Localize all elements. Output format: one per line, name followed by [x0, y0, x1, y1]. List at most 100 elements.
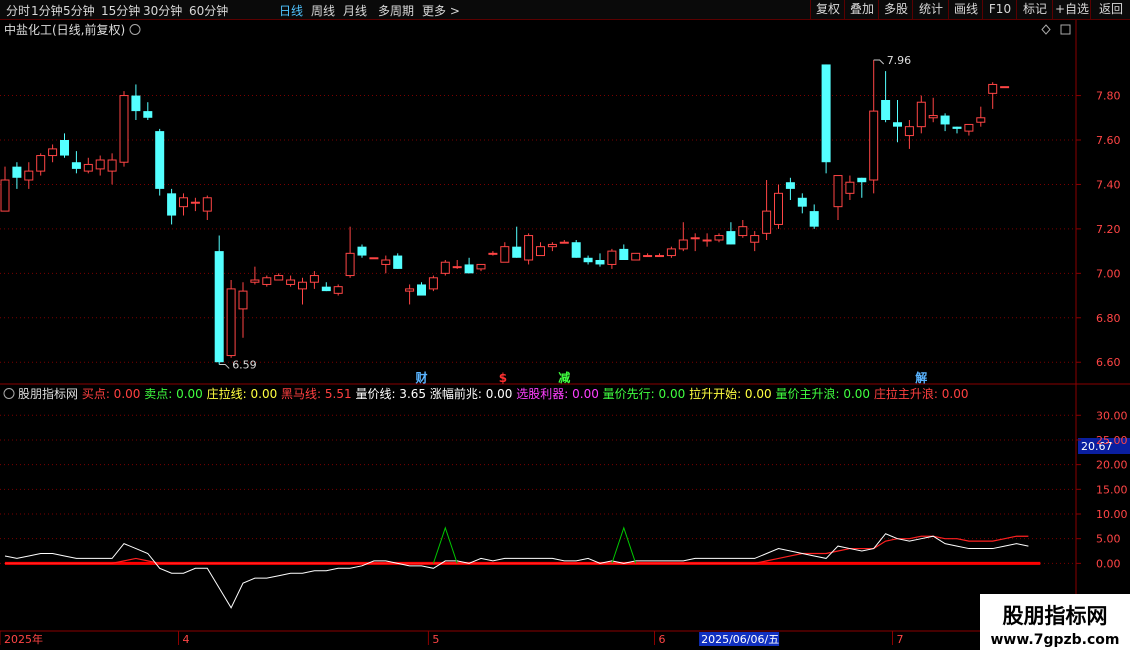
- indicator-stat: 买点: 0.00: [82, 387, 144, 401]
- price-tick-label: 7.00: [1096, 267, 1121, 280]
- candle-body: [309, 275, 319, 283]
- timeframe-tab[interactable]: 分时: [6, 2, 30, 19]
- candle-body: [714, 235, 724, 241]
- timeframe-tab[interactable]: 5分钟: [63, 2, 95, 19]
- watermark: 股朋指标网 www.7gpzb.com: [980, 594, 1130, 650]
- candle-body: [655, 255, 664, 258]
- candle-body: [976, 117, 986, 123]
- candle-body: [179, 197, 188, 208]
- candle-body: [12, 166, 22, 178]
- candle-body: [214, 251, 224, 363]
- candle-body: [36, 155, 46, 172]
- indicator-tick-label: 30.00: [1096, 409, 1128, 422]
- indicator-stat: 黑马线: 5.51: [281, 387, 355, 401]
- candle-body: [524, 235, 534, 261]
- timeframe-tab[interactable]: 30分钟: [143, 2, 182, 19]
- price-tick-label: 6.80: [1096, 312, 1121, 325]
- candle-body: [893, 122, 902, 127]
- timeframe-tab[interactable]: 月线: [343, 2, 367, 19]
- indicator-tick-label: 15.00: [1096, 483, 1128, 496]
- series-line-liangjia: [4, 533, 1029, 609]
- diamond-icon: [1041, 24, 1051, 35]
- candle-body: [417, 284, 426, 296]
- price-tick-label: 7.80: [1096, 90, 1121, 103]
- candle-body: [512, 246, 522, 258]
- candle-body: [286, 279, 296, 285]
- indicator-stat: 量价线: 3.65: [355, 387, 429, 401]
- toolbar-button[interactable]: F10: [982, 0, 1017, 19]
- indicator-name: 股朋指标网: [18, 386, 82, 401]
- indicator-stat: 涨幅前兆: 0.00: [430, 386, 516, 401]
- candle-body: [952, 126, 962, 129]
- toolbar-button[interactable]: +自选: [1052, 0, 1091, 19]
- x-tick-label: 7: [897, 633, 904, 646]
- candle-body: [845, 181, 855, 194]
- toolbar-button[interactable]: 返回: [1090, 0, 1130, 19]
- date-cursor-label: 2025/06/06/五: [701, 633, 779, 646]
- candle-body: [345, 252, 355, 277]
- candle-body: [595, 260, 605, 265]
- indicator-tick-label: 0.00: [1096, 557, 1121, 570]
- event-marker: $: [499, 371, 507, 385]
- candle-body: [964, 123, 974, 132]
- watermark-title: 股朋指标网: [1002, 604, 1108, 628]
- indicator-stat: 量价主升浪: 0.00: [775, 386, 873, 401]
- candle-body: [238, 290, 248, 310]
- watermark-url: www.7gpzb.com: [990, 632, 1120, 648]
- candle-body: [369, 257, 379, 260]
- title-dropdown-icon: [129, 24, 141, 35]
- toolbar-button[interactable]: 画线: [948, 0, 983, 19]
- candle-body: [547, 243, 557, 248]
- candle-body: [190, 201, 200, 204]
- candle-body: [440, 261, 450, 274]
- indicator-tick-label: 10.00: [1096, 508, 1128, 521]
- timeframe-tab[interactable]: 1分钟: [31, 2, 63, 19]
- candle-body: [666, 248, 676, 257]
- timeframe-tab[interactable]: 周线: [311, 2, 335, 19]
- event-marker: 解: [915, 370, 927, 385]
- buy-signal-spike: [611, 526, 637, 564]
- timeframe-tab[interactable]: 更多 >: [422, 2, 460, 19]
- timeframe-tab[interactable]: 日线: [279, 2, 303, 19]
- price-tick-label: 6.60: [1096, 356, 1121, 369]
- candle-body: [143, 111, 153, 118]
- candle-body: [726, 231, 736, 245]
- candle-body: [333, 286, 343, 294]
- candle-body: [83, 163, 93, 172]
- candle-body: [869, 110, 879, 181]
- timeframe-tab[interactable]: 多周期: [378, 2, 414, 19]
- toolbar-button[interactable]: 复权: [810, 0, 845, 19]
- toolbar-button[interactable]: 统计: [912, 0, 949, 19]
- candle-body: [785, 182, 795, 189]
- candle-body: [107, 159, 117, 172]
- candle-body: [274, 275, 284, 281]
- candle-body: [464, 264, 474, 274]
- candle-body: [131, 95, 141, 112]
- candle-body: [904, 126, 914, 137]
- toolbar-button[interactable]: 叠加: [844, 0, 879, 19]
- indicator-stat: 拉升开始: 0.00: [689, 386, 775, 401]
- candle-body: [226, 288, 236, 357]
- price-tick-label: 7.20: [1096, 223, 1121, 236]
- low-pointer: [219, 363, 230, 369]
- candle-body: [357, 246, 367, 256]
- toolbar-button[interactable]: 标记: [1016, 0, 1053, 19]
- candle-body: [95, 159, 105, 170]
- candle-body: [809, 211, 819, 227]
- candle-body: [774, 192, 783, 225]
- candle-body: [393, 255, 403, 269]
- candle-body: [428, 277, 438, 290]
- buy-signal-spike: [432, 526, 458, 564]
- candle-body: [298, 281, 307, 290]
- timeframe-tab[interactable]: 15分钟: [101, 2, 140, 19]
- indicator-stat: 庄拉主升浪: 0.00: [874, 386, 969, 401]
- candle-body: [60, 140, 69, 156]
- candle-body: [321, 286, 331, 292]
- timeframe-tab[interactable]: 60分钟: [189, 2, 228, 19]
- toolbar-button[interactable]: 多股: [878, 0, 913, 19]
- indicator-stat: 庄拉线: 0.00: [207, 386, 281, 401]
- price-tick-label: 7.40: [1096, 178, 1121, 191]
- candle-body: [381, 259, 391, 265]
- x-tick-label: 2025年: [4, 632, 43, 646]
- candle-body: [619, 248, 629, 260]
